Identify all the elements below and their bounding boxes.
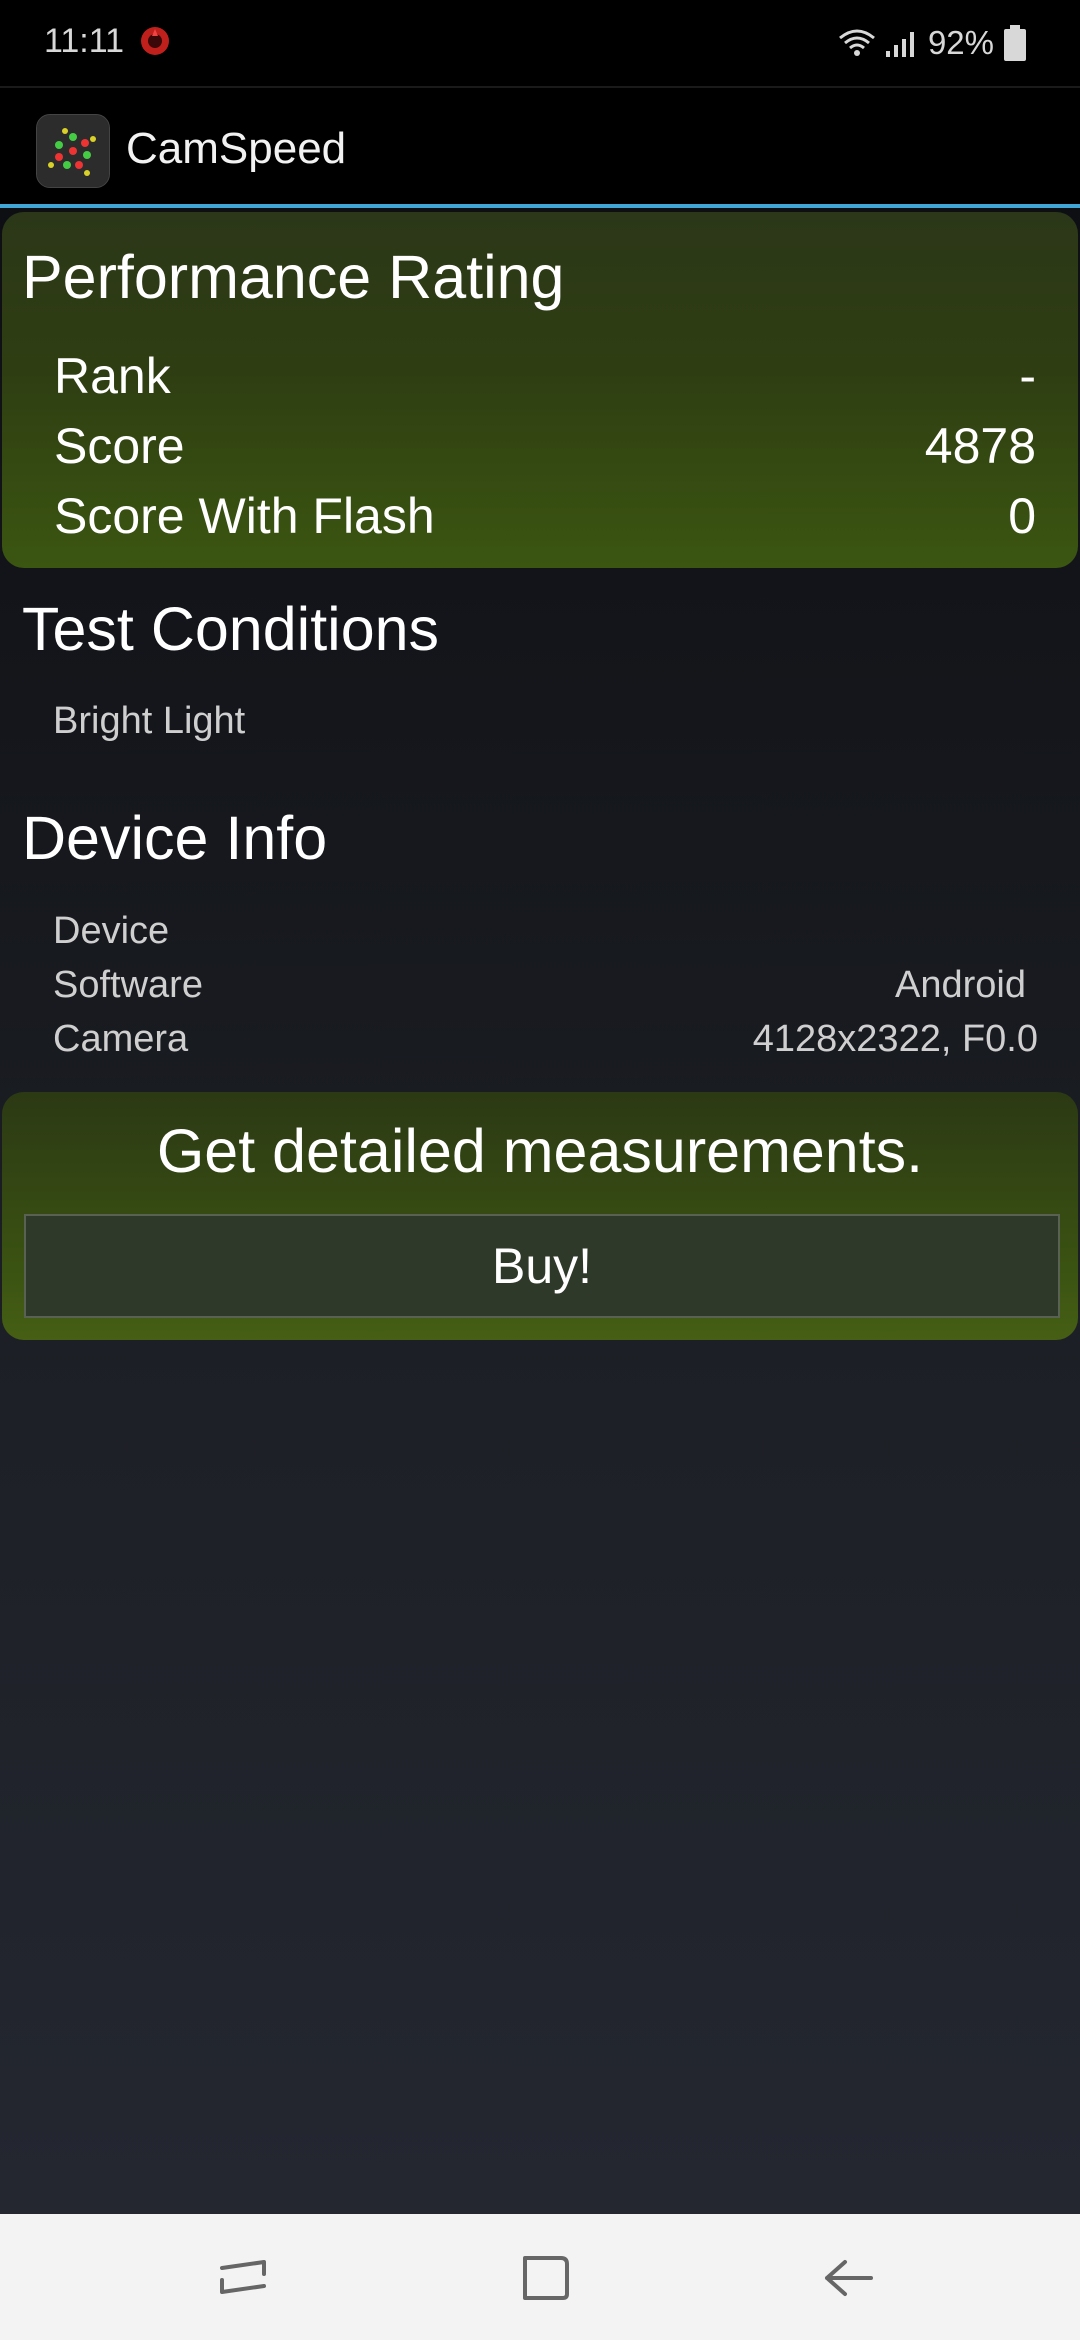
recent-apps-icon[interactable]	[208, 2242, 278, 2312]
score-label: Score	[54, 418, 185, 474]
device-row: Device	[53, 906, 1038, 956]
upsell-heading: Get detailed measurements.	[156, 1117, 924, 1185]
upsell-card: Get detailed measurements. Buy!	[2, 1092, 1078, 1340]
performance-rating-card: Performance Rating Rank - Score 4878 Sco…	[2, 212, 1078, 568]
status-time: 11:11	[44, 22, 125, 60]
action-bar: CamSpeed	[0, 86, 1080, 206]
status-bar: 11:11 92%	[0, 0, 1080, 86]
battery-icon	[1004, 25, 1026, 61]
camera-label: Camera	[53, 1017, 189, 1060]
signal-icon	[885, 32, 914, 57]
back-icon[interactable]	[813, 2242, 883, 2312]
software-value: Android	[895, 963, 1026, 1006]
software-row: Software Android	[53, 960, 1026, 1010]
status-icons: 92%	[838, 18, 1028, 68]
rank-label: Rank	[54, 348, 171, 404]
camspeed-logo-icon	[36, 114, 110, 188]
buy-button[interactable]: Buy!	[24, 1214, 1060, 1318]
rank-row: Rank -	[54, 346, 1036, 406]
wifi-icon	[838, 29, 875, 56]
software-label: Software	[53, 963, 203, 1006]
device-info-heading: Device Info	[22, 804, 328, 872]
navigation-bar	[0, 2214, 1080, 2340]
device-label: Device	[53, 909, 170, 952]
score-with-flash-value: 0	[1008, 488, 1036, 544]
score-with-flash-label: Score With Flash	[54, 488, 435, 544]
score-row: Score 4878	[54, 416, 1036, 476]
score-value: 4878	[924, 418, 1036, 474]
battery-percent: 92%	[927, 24, 994, 61]
score-with-flash-row: Score With Flash 0	[54, 486, 1036, 546]
camera-value: 4128x2322, F0.0	[752, 1017, 1038, 1060]
action-bar-divider	[0, 204, 1080, 208]
test-conditions-heading: Test Conditions	[22, 595, 440, 663]
performance-rating-heading: Performance Rating	[22, 243, 565, 311]
red-app-notification-icon	[141, 27, 169, 55]
test-conditions-value: Bright Light	[53, 699, 246, 742]
test-conditions-row: Bright Light	[53, 696, 1038, 746]
app-title: CamSpeed	[126, 124, 347, 173]
home-icon[interactable]	[511, 2242, 581, 2312]
rank-value: -	[1019, 348, 1036, 404]
camera-row: Camera 4128x2322, F0.0	[53, 1014, 1038, 1064]
